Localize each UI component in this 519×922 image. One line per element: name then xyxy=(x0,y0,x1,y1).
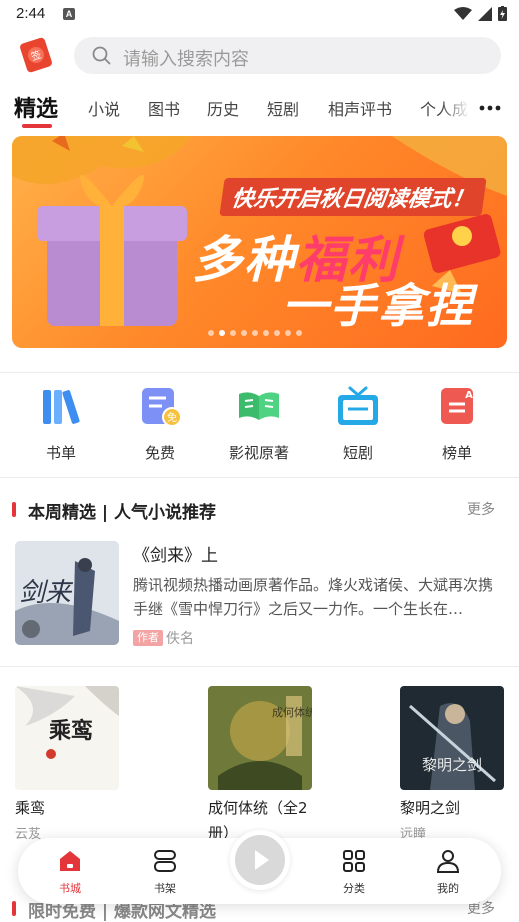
pagination-dot xyxy=(274,330,280,336)
category-icon xyxy=(343,850,365,872)
free-icon: 免 xyxy=(142,388,182,427)
status-time: 2:44 xyxy=(16,5,46,22)
category-tabs: 精选 小说 图书 历史 短剧 相声评书 个人成 xyxy=(0,88,519,128)
book-title: 黎明之剑 xyxy=(400,799,461,817)
quick-free[interactable]: 免 免费 xyxy=(115,384,205,463)
tab-history[interactable]: 历史 xyxy=(207,96,239,120)
open-book-icon xyxy=(239,392,279,420)
book-card[interactable]: 成何体统 成何体统（全2册） xyxy=(208,686,312,848)
book-cover: 黎明之剑 xyxy=(400,686,504,790)
promo-banner[interactable]: 快乐开启秋日阅读模式！ 多种福利 一手拿捏 xyxy=(12,136,507,348)
svg-text:免: 免 xyxy=(167,411,177,424)
status-bar: 2:44 A xyxy=(0,0,519,30)
pagination-dot xyxy=(230,330,236,336)
play-icon xyxy=(255,850,269,870)
tv-icon xyxy=(338,386,378,425)
search-placeholder: 请输入搜索内容 xyxy=(123,49,249,70)
wifi-icon xyxy=(454,6,472,20)
nav-bookstore[interactable]: 书城 xyxy=(40,848,100,896)
pagination-dot xyxy=(219,330,225,336)
active-tab-indicator xyxy=(22,124,52,128)
pagination-dot xyxy=(241,330,247,336)
svg-text:乘鸾: 乘鸾 xyxy=(48,718,93,744)
book-card[interactable]: 黎明之剑 黎明之剑 远瞳 xyxy=(400,686,504,842)
nav-profile[interactable]: 我的 xyxy=(418,848,478,896)
signal-icon xyxy=(478,6,492,21)
pagination-dot xyxy=(296,330,302,336)
tab-short-drama[interactable]: 短剧 xyxy=(267,96,299,120)
battery-icon xyxy=(498,6,507,21)
quick-ranking[interactable]: A 榜单 xyxy=(412,384,502,463)
pagination-dot xyxy=(252,330,258,336)
ranking-icon: A xyxy=(441,388,473,424)
pagination-dot xyxy=(263,330,269,336)
book-cover: 成何体统 xyxy=(208,686,312,790)
section-title: 本周精选 | 人气小说推荐 xyxy=(28,503,217,523)
pagination-dot xyxy=(208,330,214,336)
home-icon xyxy=(60,851,80,871)
tab-featured[interactable]: 精选 xyxy=(14,91,58,123)
featured-book-title[interactable]: 《剑来》上 xyxy=(133,541,218,566)
notification-icon: A xyxy=(63,8,75,20)
book-card[interactable]: 乘鸾 乘鸾 云芨 xyxy=(15,686,119,842)
sign-in-icon[interactable]: 签 xyxy=(18,36,54,74)
featured-book-cover[interactable]: 剑来 xyxy=(15,541,119,645)
bookshelf-icon xyxy=(154,850,176,872)
book-list-icon xyxy=(43,390,80,424)
nav-bookshelf[interactable]: 书架 xyxy=(135,848,195,896)
more-link[interactable]: 更多 xyxy=(467,499,495,519)
svg-text:成何体统: 成何体统 xyxy=(272,705,312,719)
quick-booklist[interactable]: 书单 xyxy=(16,384,106,463)
quick-short-drama[interactable]: 短剧 xyxy=(313,384,403,463)
featured-book-description: 腾讯视频热播动画原著作品。烽火戏诸侯、大斌再次携手继《雪中悍刀行》之后又一力作。… xyxy=(133,576,494,618)
profile-icon xyxy=(436,850,460,873)
pagination-dot xyxy=(285,330,291,336)
search-input[interactable]: 请输入搜索内容 xyxy=(74,37,501,74)
audio-player-button[interactable] xyxy=(230,830,290,890)
book-cover-image: 剑来 xyxy=(15,541,119,645)
banner-subheadline: 一手拿捏 xyxy=(282,279,474,333)
author-tag: 作者 xyxy=(133,630,163,646)
nav-category[interactable]: 分类 xyxy=(324,848,384,896)
svg-text:黎明之剑: 黎明之剑 xyxy=(422,756,482,774)
banner-pagination xyxy=(208,330,302,336)
book-cover: 乘鸾 xyxy=(15,686,119,790)
tab-books[interactable]: 图书 xyxy=(148,96,180,120)
featured-book-author: 佚名 xyxy=(166,631,194,647)
status-icons xyxy=(454,6,507,21)
banner-slogan: 快乐开启秋日阅读模式！ xyxy=(219,178,487,216)
svg-text:剑来: 剑来 xyxy=(19,578,74,608)
more-icon[interactable] xyxy=(472,96,508,120)
svg-text:A: A xyxy=(465,390,473,401)
search-icon xyxy=(92,46,111,65)
quick-adaptation[interactable]: 影视原著 xyxy=(214,384,304,463)
book-title: 乘鸾 xyxy=(15,799,46,817)
tab-novel[interactable]: 小说 xyxy=(88,96,120,120)
bottom-navigation: 书城 书架 分类 我的 xyxy=(18,830,501,904)
quick-menu: 书单 免 免费 影视原著 短剧 A 榜单 xyxy=(0,384,519,464)
tab-crosstalk[interactable]: 相声评书 xyxy=(328,96,392,120)
section-weekly-picks: 本周精选 | 人气小说推荐 更多 xyxy=(0,497,519,523)
